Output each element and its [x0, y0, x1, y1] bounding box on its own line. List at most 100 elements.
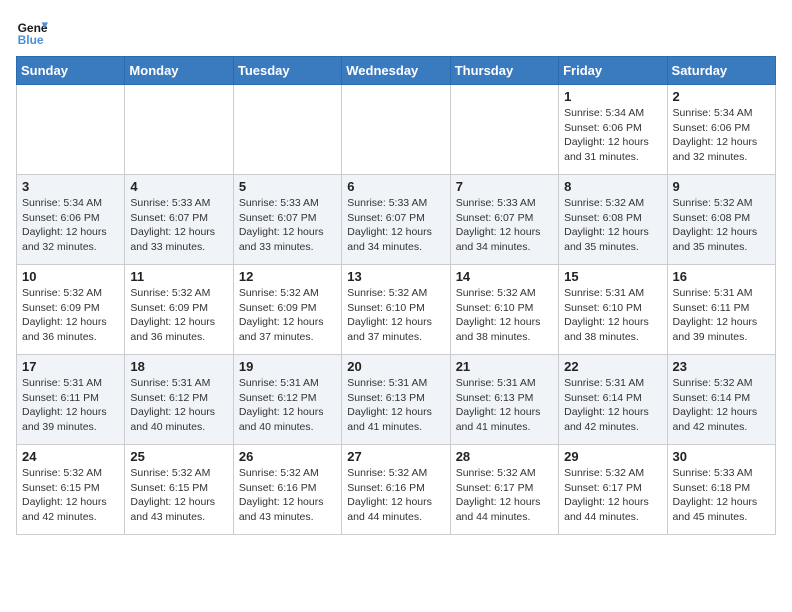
calendar-cell: 18Sunrise: 5:31 AMSunset: 6:12 PMDayligh… [125, 355, 233, 445]
day-number: 19 [239, 359, 336, 374]
day-info: Sunrise: 5:33 AMSunset: 6:07 PMDaylight:… [347, 196, 444, 255]
calendar-cell: 2 Sunrise: 5:34 AMSunset: 6:06 PMDaylight… [667, 85, 775, 175]
weekday-header-row: SundayMondayTuesdayWednesdayThursdayFrid… [17, 57, 776, 85]
calendar-cell: 10 Sunrise: 5:32 AMSunset: 6:09 PMDayligh… [17, 265, 125, 355]
day-info: Sunrise: 5:32 AMSunset: 6:10 PMDaylight:… [456, 286, 553, 345]
day-info: Sunrise: 5:32 AMSunset: 6:09 PMDaylight:… [130, 286, 227, 345]
day-number: 7 [456, 179, 553, 194]
weekday-header-saturday: Saturday [667, 57, 775, 85]
calendar-cell: 28 Sunrise: 5:32 AMSunset: 6:17 PMDayligh… [450, 445, 558, 535]
weekday-header-monday: Monday [125, 57, 233, 85]
day-info: Sunrise: 5:32 AMSunset: 6:15 PMDaylight:… [130, 466, 227, 525]
day-number: 3 [22, 179, 119, 194]
calendar-cell: 24 Sunrise: 5:32 AMSunset: 6:15 PMDayligh… [17, 445, 125, 535]
day-number: 25 [130, 449, 227, 464]
day-number: 10 [22, 269, 119, 284]
day-info: Sunrise: 5:33 AMSunset: 6:07 PMDaylight:… [239, 196, 336, 255]
day-info: Sunrise: 5:32 AMSunset: 6:09 PMDaylight:… [22, 286, 119, 345]
day-number: 11 [130, 269, 227, 284]
day-info: Sunrise: 5:32 AMSunset: 6:16 PMDaylight:… [239, 466, 336, 525]
calendar-cell: 23Sunrise: 5:32 AMSunset: 6:14 PMDayligh… [667, 355, 775, 445]
calendar-cell: 12 Sunrise: 5:32 AMSunset: 6:09 PMDayligh… [233, 265, 341, 355]
calendar-cell: 1 Sunrise: 5:34 AMSunset: 6:06 PMDaylight… [559, 85, 667, 175]
day-number: 21 [456, 359, 553, 374]
calendar-cell: 15 Sunrise: 5:31 AMSunset: 6:10 PMDayligh… [559, 265, 667, 355]
calendar-cell: 13 Sunrise: 5:32 AMSunset: 6:10 PMDayligh… [342, 265, 450, 355]
day-number: 5 [239, 179, 336, 194]
day-info: Sunrise: 5:32 AMSunset: 6:17 PMDaylight:… [564, 466, 661, 525]
calendar-cell: 6 Sunrise: 5:33 AMSunset: 6:07 PMDaylight… [342, 175, 450, 265]
day-info: Sunrise: 5:31 AMSunset: 6:11 PMDaylight:… [673, 286, 770, 345]
svg-text:Blue: Blue [18, 33, 44, 47]
day-number: 27 [347, 449, 444, 464]
calendar-cell: 9 Sunrise: 5:32 AMSunset: 6:08 PMDaylight… [667, 175, 775, 265]
calendar-cell: 29Sunrise: 5:32 AMSunset: 6:17 PMDayligh… [559, 445, 667, 535]
day-info: Sunrise: 5:34 AMSunset: 6:06 PMDaylight:… [564, 106, 661, 165]
day-number: 20 [347, 359, 444, 374]
day-info: Sunrise: 5:34 AMSunset: 6:06 PMDaylight:… [673, 106, 770, 165]
weekday-header-thursday: Thursday [450, 57, 558, 85]
day-info: Sunrise: 5:33 AMSunset: 6:07 PMDaylight:… [130, 196, 227, 255]
calendar-cell: 8 Sunrise: 5:32 AMSunset: 6:08 PMDaylight… [559, 175, 667, 265]
day-number: 15 [564, 269, 661, 284]
calendar-cell: 20 Sunrise: 5:31 AMSunset: 6:13 PMDayligh… [342, 355, 450, 445]
calendar-cell: 21 Sunrise: 5:31 AMSunset: 6:13 PMDayligh… [450, 355, 558, 445]
calendar-cell: 25 Sunrise: 5:32 AMSunset: 6:15 PMDayligh… [125, 445, 233, 535]
calendar-cell [450, 85, 558, 175]
weekday-header-friday: Friday [559, 57, 667, 85]
day-number: 18 [130, 359, 227, 374]
day-number: 24 [22, 449, 119, 464]
day-number: 1 [564, 89, 661, 104]
calendar-cell: 22Sunrise: 5:31 AMSunset: 6:14 PMDayligh… [559, 355, 667, 445]
day-info: Sunrise: 5:31 AMSunset: 6:11 PMDaylight:… [22, 376, 119, 435]
day-number: 14 [456, 269, 553, 284]
calendar-week-4: 17 Sunrise: 5:31 AMSunset: 6:11 PMDayligh… [17, 355, 776, 445]
day-number: 8 [564, 179, 661, 194]
day-info: Sunrise: 5:32 AMSunset: 6:15 PMDaylight:… [22, 466, 119, 525]
day-number: 22 [564, 359, 661, 374]
day-number: 9 [673, 179, 770, 194]
weekday-header-tuesday: Tuesday [233, 57, 341, 85]
calendar-cell [233, 85, 341, 175]
day-info: Sunrise: 5:32 AMSunset: 6:17 PMDaylight:… [456, 466, 553, 525]
calendar-cell: 4Sunrise: 5:33 AMSunset: 6:07 PMDaylight… [125, 175, 233, 265]
weekday-header-sunday: Sunday [17, 57, 125, 85]
day-number: 6 [347, 179, 444, 194]
day-number: 2 [673, 89, 770, 104]
calendar-cell: 17 Sunrise: 5:31 AMSunset: 6:11 PMDayligh… [17, 355, 125, 445]
day-number: 17 [22, 359, 119, 374]
calendar-cell: 7 Sunrise: 5:33 AMSunset: 6:07 PMDaylight… [450, 175, 558, 265]
calendar-cell: 30 Sunrise: 5:33 AMSunset: 6:18 PMDayligh… [667, 445, 775, 535]
day-info: Sunrise: 5:32 AMSunset: 6:08 PMDaylight:… [564, 196, 661, 255]
weekday-header-wednesday: Wednesday [342, 57, 450, 85]
calendar-cell: 5 Sunrise: 5:33 AMSunset: 6:07 PMDaylight… [233, 175, 341, 265]
calendar-week-2: 3 Sunrise: 5:34 AMSunset: 6:06 PMDaylight… [17, 175, 776, 265]
day-number: 12 [239, 269, 336, 284]
day-info: Sunrise: 5:31 AMSunset: 6:13 PMDaylight:… [347, 376, 444, 435]
calendar-cell: 27 Sunrise: 5:32 AMSunset: 6:16 PMDayligh… [342, 445, 450, 535]
day-info: Sunrise: 5:31 AMSunset: 6:13 PMDaylight:… [456, 376, 553, 435]
day-info: Sunrise: 5:32 AMSunset: 6:08 PMDaylight:… [673, 196, 770, 255]
page-header: General Blue [16, 16, 776, 48]
day-number: 23 [673, 359, 770, 374]
day-info: Sunrise: 5:31 AMSunset: 6:12 PMDaylight:… [239, 376, 336, 435]
calendar-cell: 11 Sunrise: 5:32 AMSunset: 6:09 PMDayligh… [125, 265, 233, 355]
day-info: Sunrise: 5:32 AMSunset: 6:16 PMDaylight:… [347, 466, 444, 525]
day-info: Sunrise: 5:32 AMSunset: 6:10 PMDaylight:… [347, 286, 444, 345]
calendar-cell [125, 85, 233, 175]
day-number: 13 [347, 269, 444, 284]
calendar-cell [342, 85, 450, 175]
calendar-cell: 3 Sunrise: 5:34 AMSunset: 6:06 PMDaylight… [17, 175, 125, 265]
day-number: 16 [673, 269, 770, 284]
calendar: SundayMondayTuesdayWednesdayThursdayFrid… [16, 56, 776, 535]
day-info: Sunrise: 5:34 AMSunset: 6:06 PMDaylight:… [22, 196, 119, 255]
day-info: Sunrise: 5:31 AMSunset: 6:10 PMDaylight:… [564, 286, 661, 345]
day-number: 28 [456, 449, 553, 464]
day-info: Sunrise: 5:33 AMSunset: 6:18 PMDaylight:… [673, 466, 770, 525]
calendar-cell: 14 Sunrise: 5:32 AMSunset: 6:10 PMDayligh… [450, 265, 558, 355]
calendar-week-3: 10 Sunrise: 5:32 AMSunset: 6:09 PMDayligh… [17, 265, 776, 355]
day-info: Sunrise: 5:32 AMSunset: 6:09 PMDaylight:… [239, 286, 336, 345]
calendar-body: 1 Sunrise: 5:34 AMSunset: 6:06 PMDaylight… [17, 85, 776, 535]
day-info: Sunrise: 5:33 AMSunset: 6:07 PMDaylight:… [456, 196, 553, 255]
day-number: 30 [673, 449, 770, 464]
